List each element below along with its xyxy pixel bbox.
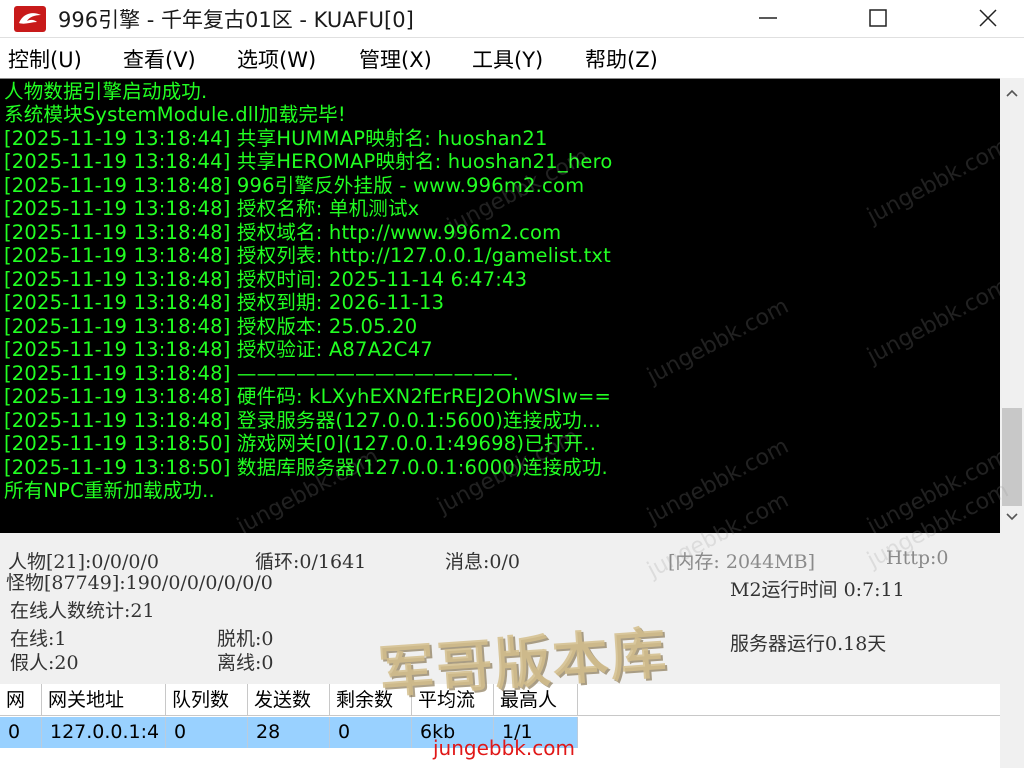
watermark-text: jungebbk.com: [863, 273, 1000, 370]
menu-tools[interactable]: 工具(Y): [472, 44, 543, 74]
log-line: [2025-11-19 13:18:48] 硬件码: kLXyhEXN2fErR…: [4, 385, 612, 408]
log-line: [2025-11-19 13:18:48] 授权版本: 25.05.20: [4, 315, 418, 338]
menu-manage[interactable]: 管理(X): [359, 44, 432, 74]
minimize-icon: [759, 17, 777, 19]
column-header[interactable]: 剩余数: [330, 684, 412, 716]
column-header[interactable]: 网: [0, 684, 42, 716]
fake-count: 假人:20: [10, 652, 79, 674]
log-console[interactable]: 人物数据引擎启动成功. 系统模块SystemModule.dll加载完毕! [2…: [0, 78, 1000, 533]
log-line: [2025-11-19 13:18:48] 授权域名: http://www.9…: [4, 221, 562, 244]
log-line: [2025-11-19 13:18:48] 授权到期: 2026-11-13: [4, 291, 445, 314]
column-header[interactable]: 队列数: [166, 684, 248, 716]
maximize-icon: [869, 9, 887, 27]
log-line: 人物数据引擎启动成功.: [4, 80, 208, 103]
column-header[interactable]: 发送数: [248, 684, 330, 716]
online-stats: 在线人数统计:21: [10, 600, 155, 622]
monsters-stat: 怪物[87749]:190/0/0/0/0/0/0: [6, 572, 273, 594]
log-line: [2025-11-19 13:18:48] 授权列表: http://127.0…: [4, 244, 612, 267]
close-icon: [979, 9, 997, 27]
watermark-text: jungebbk.com: [863, 133, 1000, 230]
scroll-thumb[interactable]: [1002, 408, 1022, 506]
m2-runtime: M2运行时间 0:7:11: [730, 579, 905, 601]
title-bar: 996引擎 - 千年复古01区 - KUAFU[0]: [0, 0, 1024, 38]
online-count: 在线:1: [10, 628, 67, 650]
window-title: 996引擎 - 千年复古01区 - KUAFU[0]: [58, 8, 414, 32]
menu-control[interactable]: 控制(U): [8, 44, 82, 74]
memory-stat: [内存: 2044MB]: [668, 551, 816, 573]
log-line: [2025-11-19 13:18:48] 登录服务器(127.0.0.1:56…: [4, 409, 602, 432]
log-line: [2025-11-19 13:18:48] 授权时间: 2025-11-14 6…: [4, 268, 528, 291]
table-scrollbar[interactable]: [1000, 684, 1024, 768]
scroll-up-icon[interactable]: [1006, 88, 1018, 98]
message-stat: 消息:0/0: [445, 551, 520, 573]
log-line: [2025-11-19 13:18:48] 授权验证: A87A2C47: [4, 338, 433, 361]
scroll-down-icon[interactable]: [1006, 512, 1018, 522]
table-cell[interactable]: 28: [248, 717, 330, 748]
minimize-button[interactable]: [740, 0, 796, 37]
log-line: [2025-11-19 13:18:50] 数据库服务器(127.0.0.1:6…: [4, 456, 608, 479]
table-cell[interactable]: 0: [0, 717, 42, 748]
offline-bot-count: 脱机:0: [217, 628, 274, 650]
log-line: [2025-11-19 13:18:44] 共享HEROMAP映射名: huos…: [4, 150, 613, 173]
console-scrollbar[interactable]: [1000, 78, 1024, 532]
maximize-button[interactable]: [850, 0, 906, 37]
watermark-site-text: jungebbk.com: [433, 736, 575, 760]
column-header[interactable]: 最高人: [494, 684, 578, 716]
close-button[interactable]: [960, 0, 1016, 37]
column-header[interactable]: 网关地址: [42, 684, 166, 716]
log-line: [2025-11-19 13:18:44] 共享HUMMAP映射名: huosh…: [4, 127, 548, 150]
column-header-empty: [578, 684, 1000, 716]
disconnected-count: 离线:0: [217, 652, 274, 674]
table-cell[interactable]: 127.0.0.1:4: [42, 717, 166, 748]
log-line: [2025-11-19 13:18:48] 996引擎反外挂版 - www.99…: [4, 174, 585, 197]
menu-options[interactable]: 选项(W): [237, 44, 316, 74]
watermark-text: jungebbk.com: [863, 443, 1000, 533]
log-line: 系统模块SystemModule.dll加载完毕!: [4, 103, 346, 126]
watermark-text: jungebbk.com: [643, 433, 793, 530]
table-cell[interactable]: 0: [166, 717, 248, 748]
column-header[interactable]: 平均流: [412, 684, 494, 716]
log-line: 所有NPC重新加载成功..: [4, 479, 215, 502]
http-stat: Http:0: [886, 547, 949, 569]
server-runtime: 服务器运行0.18天: [730, 633, 887, 655]
watermark-text: jungebbk.com: [643, 293, 793, 390]
table-cell[interactable]: 0: [330, 717, 412, 748]
status-panel: 人物[21]:0/0/0/0 循环:0/1641 消息:0/0 [内存: 204…: [0, 478, 1024, 683]
menu-view[interactable]: 查看(V): [123, 44, 196, 74]
menu-help[interactable]: 帮助(Z): [585, 44, 658, 74]
log-line: [2025-11-19 13:18:50] 游戏网关[0](127.0.0.1:…: [4, 432, 597, 455]
log-line: [2025-11-19 13:18:48] ——————————————.: [4, 362, 520, 385]
log-line: [2025-11-19 13:18:48] 授权名称: 单机测试x: [4, 197, 420, 220]
app-logo-icon: [14, 6, 46, 32]
menu-bar: 控制(U) 查看(V) 选项(W) 管理(X) 工具(Y) 帮助(Z): [0, 38, 1024, 78]
